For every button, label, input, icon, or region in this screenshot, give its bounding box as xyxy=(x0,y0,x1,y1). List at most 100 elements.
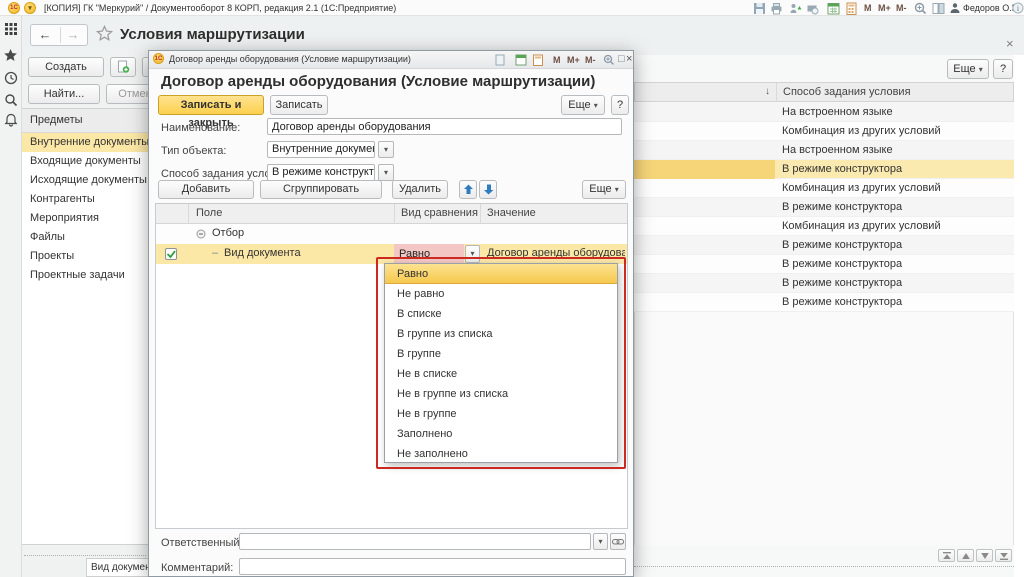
history-clock-icon[interactable] xyxy=(4,71,18,85)
delete-rule-button[interactable]: Удалить xyxy=(392,180,448,199)
calculator-icon[interactable] xyxy=(532,54,544,66)
save-button[interactable]: Записать xyxy=(270,95,328,115)
scroll-to-bottom-button[interactable] xyxy=(995,549,1012,562)
1c-dialog-icon: 1С xyxy=(153,53,164,64)
list-row[interactable]: В режиме конструктора xyxy=(634,274,1014,293)
list-row[interactable]: В режиме конструктора xyxy=(634,236,1014,255)
scroll-down-button[interactable] xyxy=(976,549,993,562)
column-header-value: Значение xyxy=(487,207,536,219)
scroll-up-button[interactable] xyxy=(957,549,974,562)
left-toolbar xyxy=(0,16,22,577)
calendar-icon[interactable] xyxy=(827,2,840,15)
sidebar-item-project-tasks[interactable]: Проектные задачи xyxy=(22,266,148,285)
chevron-down-icon: ▾ xyxy=(978,65,983,74)
responsible-input[interactable] xyxy=(239,533,591,550)
list-group-header[interactable]: Предметы xyxy=(22,109,148,133)
memory-m-button[interactable]: M xyxy=(864,3,872,13)
save-icon[interactable] xyxy=(753,2,766,15)
send-icon[interactable] xyxy=(789,2,802,15)
annotation-highlight-box xyxy=(376,257,626,469)
rule-field-name: Вид документа xyxy=(224,247,301,259)
sidebar-item-internal-documents[interactable]: Внутренние документы xyxy=(22,133,148,152)
object-type-label: Тип объекта: xyxy=(161,145,227,157)
split-view-icon[interactable] xyxy=(932,2,945,15)
memory-m-minus-button[interactable]: M- xyxy=(896,3,907,13)
move-up-button[interactable] xyxy=(459,180,477,199)
memory-m-button[interactable]: M xyxy=(553,55,561,65)
list-row[interactable]: В режиме конструктора xyxy=(634,198,1014,217)
create-new-document-button[interactable] xyxy=(110,57,136,77)
navigation-panel: Создать Найти Найти... Отменить по Предм… xyxy=(22,55,202,577)
favorites-star-icon[interactable] xyxy=(3,48,18,63)
calculator-icon[interactable] xyxy=(845,2,858,15)
notifications-bell-icon[interactable] xyxy=(4,113,18,127)
condition-method-combo[interactable]: В режиме конструктора xyxy=(267,164,375,181)
memory-m-plus-button[interactable]: M+ xyxy=(567,55,580,65)
sidebar-item-counterparties[interactable]: Контрагенты xyxy=(22,190,148,209)
panel-divider xyxy=(24,555,146,556)
responsible-link-icon[interactable] xyxy=(610,533,626,550)
group-rules-button[interactable]: Сгруппировать правила xyxy=(260,180,382,212)
column-header-condition-method[interactable]: Способ задания условия xyxy=(783,86,911,98)
back-button[interactable]: ← xyxy=(31,25,59,45)
rule-group-row[interactable]: Отбор xyxy=(156,224,627,244)
list-row[interactable]: Комбинация из других условий xyxy=(634,217,1014,236)
sidebar-item-events[interactable]: Мероприятия xyxy=(22,209,148,228)
move-down-button[interactable] xyxy=(479,180,497,199)
collapse-icon[interactable] xyxy=(196,229,206,239)
system-menu-icon[interactable]: ▾ xyxy=(24,2,36,14)
print-preview-icon[interactable] xyxy=(806,2,819,15)
favorite-star-icon[interactable] xyxy=(96,25,113,42)
info-icon[interactable]: i xyxy=(1012,2,1024,14)
sidebar-item-outgoing-documents[interactable]: Исходящие документы xyxy=(22,171,148,190)
list-row[interactable]: В режиме конструктора xyxy=(634,255,1014,274)
memory-m-plus-button[interactable]: M+ xyxy=(878,3,891,13)
memory-m-minus-button[interactable]: M- xyxy=(585,55,596,65)
window-title: [КОПИЯ] ГК "Меркурий" / Документооборот … xyxy=(44,3,397,13)
calendar-icon[interactable] xyxy=(515,54,527,66)
save-and-close-button[interactable]: Записать и закрыть xyxy=(158,95,264,129)
rules-more-button[interactable]: Еще ▾ xyxy=(582,180,626,199)
zoom-icon[interactable] xyxy=(603,54,615,66)
forward-button[interactable]: → xyxy=(59,25,87,45)
search-icon[interactable] xyxy=(4,93,18,107)
column-header-field: Поле xyxy=(196,207,223,219)
main-help-button[interactable]: ? xyxy=(993,59,1013,79)
close-form-icon[interactable]: × xyxy=(1006,36,1014,51)
name-input[interactable] xyxy=(267,118,622,135)
page-icon[interactable] xyxy=(494,54,506,66)
print-icon[interactable] xyxy=(770,2,783,15)
list-row[interactable]: Комбинация из других условий xyxy=(634,179,1014,198)
find-button[interactable]: Найти... xyxy=(28,84,100,104)
list-header-row[interactable]: ↓ Способ задания условия xyxy=(634,82,1014,102)
list-row[interactable]: На встроенном языке xyxy=(634,103,1014,122)
list-row[interactable]: Комбинация из других условий xyxy=(634,122,1014,141)
item-dash-icon: – xyxy=(212,247,219,259)
sidebar-item-files[interactable]: Файлы xyxy=(22,228,148,247)
sidebar-item-projects[interactable]: Проекты xyxy=(22,247,148,266)
zoom-icon[interactable] xyxy=(914,2,927,15)
add-rule-button[interactable]: Добавить правило xyxy=(158,180,254,212)
list-row[interactable]: В режиме конструктора xyxy=(634,293,1014,312)
object-type-dropdown-button[interactable]: ▾ xyxy=(378,141,394,158)
create-button[interactable]: Создать xyxy=(28,57,104,77)
rules-table-header[interactable]: Поле Вид сравнения Значение xyxy=(156,204,627,224)
list-row[interactable]: На встроенном языке xyxy=(634,141,1014,160)
object-type-combo[interactable]: Внутренние документы xyxy=(267,141,375,158)
subject-list: Предметы Внутренние документы Входящие д… xyxy=(22,108,148,545)
dialog-titlebar[interactable]: 1С Договор аренды оборудования (Условие … xyxy=(149,51,633,69)
scroll-to-top-button[interactable] xyxy=(938,549,955,562)
main-more-button[interactable]: Еще ▾ xyxy=(947,59,989,79)
list-row-selected[interactable]: В режиме конструктора xyxy=(634,160,1014,179)
maximize-icon[interactable]: □ xyxy=(618,53,625,65)
dialog-help-button[interactable]: ? xyxy=(611,95,629,115)
close-icon[interactable]: × xyxy=(626,53,632,65)
dialog-more-button[interactable]: Еще ▾ xyxy=(561,95,605,115)
responsible-dropdown-button[interactable]: ▾ xyxy=(593,533,608,550)
comment-input[interactable] xyxy=(239,558,626,575)
rule-checkbox[interactable] xyxy=(165,248,177,260)
sidebar-item-incoming-documents[interactable]: Входящие документы xyxy=(22,152,148,171)
menu-grid-icon[interactable] xyxy=(4,22,18,36)
list-empty-area xyxy=(634,312,1014,545)
condition-method-dropdown-button[interactable]: ▾ xyxy=(378,164,394,181)
